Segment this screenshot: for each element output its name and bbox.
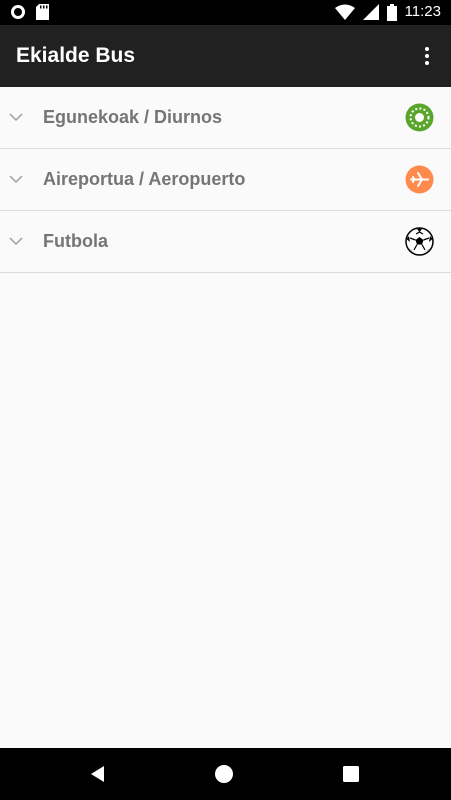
recents-icon[interactable] bbox=[341, 764, 361, 784]
status-time: 11:23 bbox=[404, 3, 441, 20]
battery-icon bbox=[386, 3, 397, 21]
more-vert-icon[interactable] bbox=[415, 41, 439, 71]
back-icon[interactable] bbox=[88, 764, 108, 784]
list-item-aireportua[interactable]: Aireportua / Aeropuerto bbox=[0, 149, 451, 211]
navigation-bar bbox=[0, 748, 451, 800]
wifi-icon bbox=[334, 4, 355, 20]
chevron-down-icon bbox=[9, 175, 23, 184]
chevron-down-icon bbox=[9, 237, 23, 246]
soccer-ball-icon bbox=[405, 227, 434, 256]
circle-notification-icon bbox=[11, 5, 25, 19]
list-item-label: Aireportua / Aeropuerto bbox=[43, 169, 246, 189]
day-service-icon bbox=[405, 103, 434, 132]
airplane-icon bbox=[405, 165, 434, 194]
status-bar: 11:23 bbox=[0, 0, 451, 25]
home-icon[interactable] bbox=[214, 764, 234, 784]
list-item-label: Futbola bbox=[43, 231, 108, 251]
list-item-futbola[interactable]: Futbola bbox=[0, 211, 451, 273]
list-item-label: Egunekoak / Diurnos bbox=[43, 107, 223, 127]
sd-card-icon bbox=[36, 4, 49, 20]
route-list: Egunekoak / Diurnos Aireportua / Aeropue… bbox=[0, 87, 451, 273]
list-item-egunekoak[interactable]: Egunekoak / Diurnos bbox=[0, 87, 451, 149]
app-title: Ekialde Bus bbox=[16, 44, 136, 67]
cell-signal-icon bbox=[362, 4, 379, 20]
app-bar: Ekialde Bus bbox=[0, 25, 451, 87]
chevron-down-icon bbox=[9, 113, 23, 122]
